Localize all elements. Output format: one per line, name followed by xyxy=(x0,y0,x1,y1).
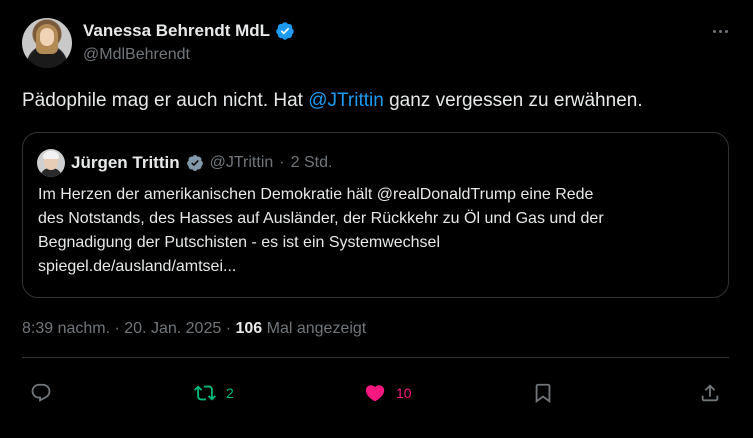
action-bar: 2 10 xyxy=(22,372,729,416)
verified-badge-icon xyxy=(186,155,203,171)
quoted-separator: · xyxy=(279,154,285,171)
tweet-text-before: Pädophile mag er auch nicht. Hat xyxy=(22,90,309,111)
tweet-header: Vanessa Behrendt MdL @MdlBehrendt xyxy=(22,18,737,70)
author-name-row: Vanessa Behrendt MdL xyxy=(83,21,295,41)
views-label: Mal angezeigt xyxy=(262,320,367,337)
tweet-date[interactable]: 20. Jan. 2025 xyxy=(124,320,221,337)
verified-badge-icon xyxy=(276,22,294,40)
quoted-link[interactable]: spiegel.de/ausland/amtsei... xyxy=(38,255,718,279)
meta-separator: · xyxy=(221,320,236,337)
author-name[interactable]: Vanessa Behrendt MdL xyxy=(83,21,270,41)
share-button[interactable] xyxy=(699,382,721,404)
quoted-author-handle: @JTrittin xyxy=(209,154,274,171)
meta-separator: · xyxy=(110,320,125,337)
bookmark-icon xyxy=(535,383,551,404)
tweet-text-after: ganz vergessen zu erwähnen. xyxy=(383,90,643,111)
like-button[interactable]: 10 xyxy=(364,382,412,404)
tweet-meta: 8:39 nachm. · 20. Jan. 2025 · 106 Mal an… xyxy=(22,320,366,338)
quoted-text-line: Begnadigung der Putschisten - es ist ein… xyxy=(38,234,440,251)
divider xyxy=(22,357,729,358)
like-count: 10 xyxy=(396,385,412,401)
heart-icon xyxy=(365,385,385,402)
quoted-tweet[interactable]: Jürgen Trittin @JTrittin · 2 Std. Im Her… xyxy=(22,132,729,298)
quoted-text-line: Im Herzen der amerikanischen Demokratie … xyxy=(38,186,594,203)
reply-icon xyxy=(31,383,51,402)
more-options-icon[interactable] xyxy=(709,20,731,42)
quoted-text-line: des Notstands, des Hasses auf Ausländer,… xyxy=(38,210,604,227)
mention-link[interactable]: @JTrittin xyxy=(308,90,384,111)
quoted-author-avatar xyxy=(37,149,65,177)
views-count: 106 xyxy=(235,320,263,337)
bookmark-button[interactable] xyxy=(532,382,554,404)
quoted-tweet-text: Im Herzen der amerikanischen Demokratie … xyxy=(38,183,718,279)
reply-button[interactable] xyxy=(30,382,52,404)
retweet-count: 2 xyxy=(226,385,234,401)
retweet-button[interactable]: 2 xyxy=(194,382,234,404)
author-handle[interactable]: @MdlBehrendt xyxy=(83,46,190,64)
quoted-author-name: Jürgen Trittin xyxy=(71,153,180,172)
tweet-text: Pädophile mag er auch nicht. Hat @JTritt… xyxy=(22,90,643,112)
share-icon xyxy=(701,384,719,402)
retweet-icon xyxy=(194,385,216,401)
author-avatar[interactable] xyxy=(22,18,72,68)
tweet-time[interactable]: 8:39 nachm. xyxy=(22,320,110,337)
quoted-time: 2 Std. xyxy=(290,154,333,171)
quoted-tweet-header: Jürgen Trittin @JTrittin · 2 Std. xyxy=(37,149,332,177)
